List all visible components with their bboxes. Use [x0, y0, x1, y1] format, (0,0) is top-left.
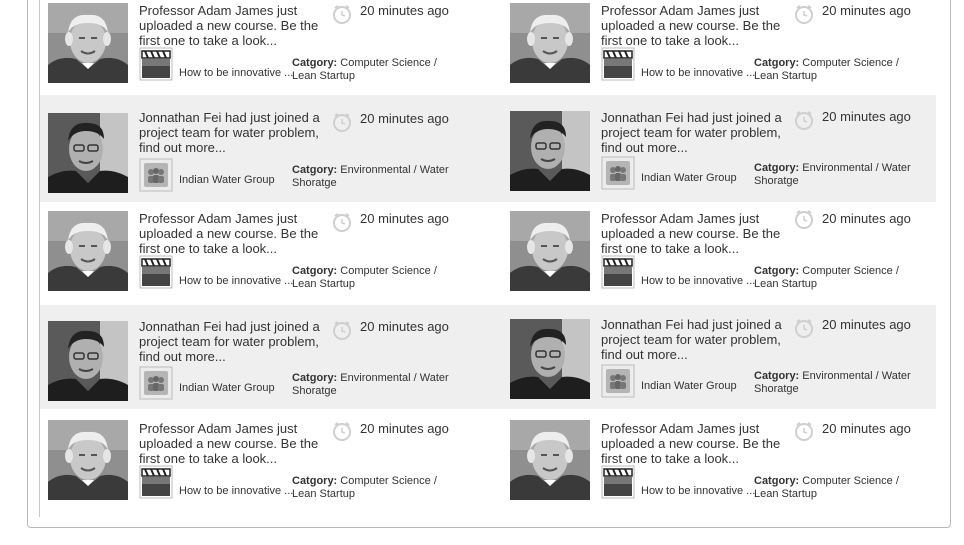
group-icon[interactable] [601, 364, 635, 398]
category: Catgory: Environmental / Water Shoratge [754, 370, 914, 396]
activity-message: Professor Adam James just uploaded a new… [139, 421, 319, 466]
attachment-link[interactable]: Indian Water Group [641, 172, 737, 184]
attachment-link[interactable]: How to be innovative ... [641, 275, 755, 287]
feed-row: Professor Adam James just uploaded a new… [40, 0, 936, 94]
clock-icon [331, 211, 353, 233]
category-label: Catgory: [754, 475, 800, 487]
category-label: Catgory: [292, 372, 338, 384]
group-icon[interactable] [139, 366, 173, 400]
feed-row: Jonnathan Fei had just joined a project … [40, 95, 936, 202]
attachment-link[interactable]: Indian Water Group [179, 174, 275, 186]
avatar[interactable] [510, 3, 590, 83]
feed-item-adam[interactable]: Professor Adam James just uploaded a new… [502, 410, 950, 514]
feed-item-adam[interactable]: Professor Adam James just uploaded a new… [40, 0, 488, 94]
feed-row: Professor Adam James just uploaded a new… [40, 203, 936, 304]
attachment-link[interactable]: Indian Water Group [179, 382, 275, 394]
attachment-link[interactable]: How to be innovative ... [641, 485, 755, 497]
clock-icon [793, 317, 815, 339]
avatar[interactable] [48, 113, 128, 193]
feed-item-jon[interactable]: Jonnathan Fei had just joined a project … [40, 95, 488, 202]
activity-message: Jonnathan Fei had just joined a project … [601, 110, 782, 155]
clock-icon [331, 420, 353, 442]
activity-message: Professor Adam James just uploaded a new… [139, 211, 319, 256]
feed-item-jon[interactable]: Jonnathan Fei had just joined a project … [502, 95, 950, 202]
avatar[interactable] [48, 211, 128, 291]
attachment-link[interactable]: How to be innovative ... [179, 67, 293, 79]
activity-message: Jonnathan Fei had just joined a project … [139, 319, 320, 364]
avatar[interactable] [48, 3, 128, 83]
clock-icon [793, 3, 815, 25]
feed-row: Jonnathan Fei had just joined a project … [40, 305, 936, 409]
category: Catgory: Computer Science / Lean Startup [292, 57, 452, 83]
attachment-link[interactable]: How to be innovative ... [179, 485, 293, 497]
category: Catgory: Computer Science / Lean Startup [292, 265, 452, 291]
avatar[interactable] [510, 420, 590, 500]
category: Catgory: Computer Science / Lean Startup [754, 265, 914, 291]
activity-message: Jonnathan Fei had just joined a project … [601, 317, 782, 362]
activity-message: Jonnathan Fei had just joined a project … [139, 110, 320, 155]
activity-message: Professor Adam James just uploaded a new… [601, 421, 781, 466]
clock-icon [331, 3, 353, 25]
category-label: Catgory: [754, 370, 800, 382]
activity-message: Professor Adam James just uploaded a new… [139, 3, 319, 48]
avatar[interactable] [48, 420, 128, 500]
timestamp: 20 minutes ago [822, 3, 911, 18]
category: Catgory: Computer Science / Lean Startup [292, 475, 452, 501]
group-icon[interactable] [139, 158, 173, 192]
clock-icon [793, 109, 815, 131]
clapperboard-icon[interactable] [139, 465, 173, 499]
category-label: Catgory: [754, 265, 800, 277]
timestamp: 20 minutes ago [822, 421, 911, 436]
category-label: Catgory: [754, 162, 800, 174]
avatar[interactable] [48, 321, 128, 401]
group-icon[interactable] [601, 156, 635, 190]
feed-item-jon[interactable]: Jonnathan Fei had just joined a project … [40, 305, 488, 409]
clapperboard-icon[interactable] [139, 47, 173, 81]
clapperboard-icon[interactable] [139, 255, 173, 289]
category: Catgory: Environmental / Water Shoratge [292, 372, 452, 398]
category-label: Catgory: [292, 57, 338, 69]
timestamp: 20 minutes ago [360, 3, 449, 18]
timestamp: 20 minutes ago [822, 109, 911, 124]
timestamp: 20 minutes ago [360, 211, 449, 226]
avatar[interactable] [510, 211, 590, 291]
attachment-link[interactable]: How to be innovative ... [179, 275, 293, 287]
clapperboard-icon[interactable] [601, 465, 635, 499]
clapperboard-icon[interactable] [601, 47, 635, 81]
activity-message: Professor Adam James just uploaded a new… [601, 3, 781, 48]
timestamp: 20 minutes ago [822, 211, 911, 226]
activity-message: Professor Adam James just uploaded a new… [601, 211, 781, 256]
category-label: Catgory: [292, 265, 338, 277]
category-label: Catgory: [292, 475, 338, 487]
category-label: Catgory: [292, 164, 338, 176]
timestamp: 20 minutes ago [822, 317, 911, 332]
feed-item-adam[interactable]: Professor Adam James just uploaded a new… [40, 410, 488, 514]
avatar[interactable] [510, 111, 590, 191]
category-label: Catgory: [754, 57, 800, 69]
attachment-link[interactable]: How to be innovative ... [641, 67, 755, 79]
clock-icon [331, 111, 353, 133]
category: Catgory: Environmental / Water Shoratge [292, 164, 452, 190]
timestamp: 20 minutes ago [360, 319, 449, 334]
clock-icon [331, 319, 353, 341]
feed-row: Professor Adam James just uploaded a new… [40, 410, 936, 514]
timestamp: 20 minutes ago [360, 111, 449, 126]
clock-icon [793, 420, 815, 442]
feed-item-adam[interactable]: Professor Adam James just uploaded a new… [40, 203, 488, 304]
feed-item-adam[interactable]: Professor Adam James just uploaded a new… [502, 0, 950, 94]
clapperboard-icon[interactable] [601, 255, 635, 289]
avatar[interactable] [510, 319, 590, 399]
attachment-link[interactable]: Indian Water Group [641, 380, 737, 392]
feed-item-adam[interactable]: Professor Adam James just uploaded a new… [502, 203, 950, 304]
feed-item-jon[interactable]: Jonnathan Fei had just joined a project … [502, 305, 950, 409]
clock-icon [793, 208, 815, 230]
category: Catgory: Computer Science / Lean Startup [754, 475, 914, 501]
category: Catgory: Computer Science / Lean Startup [754, 57, 914, 83]
timestamp: 20 minutes ago [360, 421, 449, 436]
category: Catgory: Environmental / Water Shoratge [754, 162, 914, 188]
